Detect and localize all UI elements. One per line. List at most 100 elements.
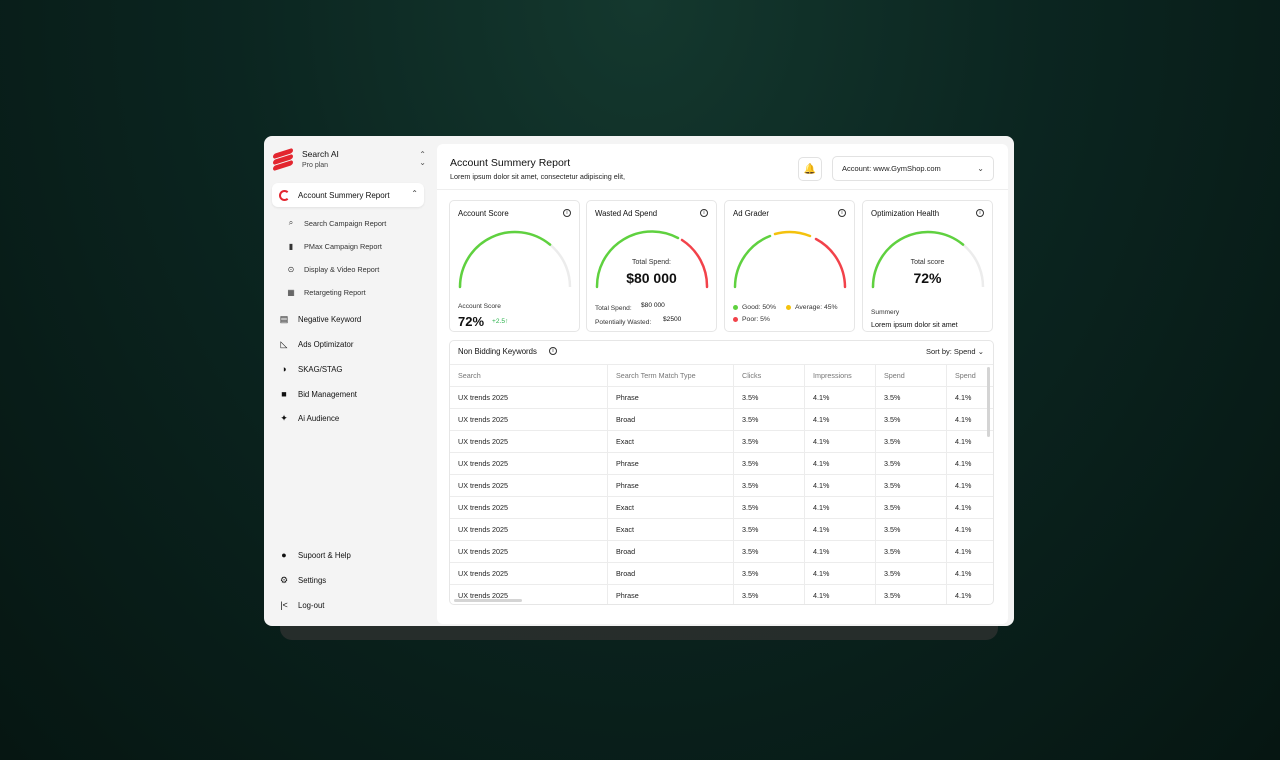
sidebar-item-label: Negative Keyword bbox=[298, 314, 362, 324]
table-cell: 4.1% bbox=[946, 519, 993, 540]
table-cell: 3.5% bbox=[875, 541, 946, 562]
table-cell: 3.5% bbox=[875, 475, 946, 496]
table-cell: Phrase bbox=[607, 453, 733, 474]
gear-icon: ⚙ bbox=[279, 574, 289, 585]
sidebar-item-negative-keyword[interactable]: ▤ Negative Keyword bbox=[278, 312, 362, 326]
table-cell: 3.5% bbox=[733, 585, 804, 604]
account-score-delta: +2.5↑ bbox=[492, 318, 509, 325]
table-row[interactable]: UX trends 2025 Broad 3.5% 4.1% 3.5% 4.1% bbox=[450, 408, 993, 430]
info-icon[interactable]: i bbox=[838, 209, 846, 217]
info-icon[interactable]: i bbox=[976, 209, 984, 217]
sparkle-icon: ✦ bbox=[280, 412, 288, 423]
ad-grader-card: Ad Grader i Good: 50% Average: 45% Poor:… bbox=[724, 200, 855, 332]
table-cell: UX trends 2025 bbox=[458, 569, 508, 578]
account-score-gauge bbox=[458, 230, 572, 289]
play-circle-icon: ⊙ bbox=[287, 264, 295, 274]
workspace-switcher[interactable]: Search AI Pro plan ⌃ ⌄ bbox=[272, 144, 428, 174]
sidebar-item-logout[interactable]: |< Log-out bbox=[278, 598, 324, 612]
sort-dropdown[interactable]: Sort by: Spend ⌄ bbox=[926, 347, 984, 356]
sidebar-item-settings[interactable]: ⚙ Settings bbox=[278, 573, 326, 587]
health-center-value: 72% bbox=[913, 270, 942, 286]
sidebar-item-account-summary[interactable]: Account Summery Report ⌃ bbox=[272, 183, 424, 207]
sidebar-subitem-pmax-campaign[interactable]: ▮ PMax Campaign Report bbox=[286, 239, 382, 253]
sidebar-item-label: Log-out bbox=[298, 600, 325, 610]
potentially-wasted-label: Potentially Wasted: bbox=[595, 319, 652, 326]
sidebar-item-skag-stag[interactable]: ◑ SKAG/STAG bbox=[278, 362, 342, 376]
table-cell: 4.1% bbox=[946, 585, 993, 604]
brand-name: Search AI bbox=[302, 149, 339, 159]
table-cell: 4.1% bbox=[804, 409, 875, 430]
sidebar-item-bid-management[interactable]: ■ Bid Management bbox=[278, 387, 357, 401]
table-cell: UX trends 2025 bbox=[458, 481, 508, 490]
table-row[interactable]: UX trends 2025 Phrase 3.5% 4.1% 3.5% 4.1% bbox=[450, 452, 993, 474]
report-icon: ▦ bbox=[287, 287, 295, 297]
column-header[interactable]: Impressions bbox=[804, 365, 875, 386]
table-cell: 4.1% bbox=[804, 519, 875, 540]
sidebar-item-support[interactable]: ● Supoort & Help bbox=[278, 548, 351, 562]
table-cell: Exact bbox=[607, 431, 733, 452]
sidebar-subitem-retargeting[interactable]: ▦ Retargeting Report bbox=[286, 285, 365, 299]
table-row[interactable]: UX trends 2025 Phrase 3.5% 4.1% 3.5% 4.1% bbox=[450, 474, 993, 496]
table-cell: 3.5% bbox=[875, 431, 946, 452]
table-row[interactable]: UX trends 2025 Phrase 3.5% 4.1% 3.5% 4.1% bbox=[450, 584, 993, 604]
column-header[interactable]: Search Term Match Type bbox=[607, 365, 733, 386]
table-row[interactable]: UX trends 2025 Phrase 3.5% 4.1% 3.5% 4.1% bbox=[450, 386, 993, 408]
wasted-center-label: Total Spend: bbox=[632, 259, 671, 266]
health-summary-label: Summery bbox=[871, 309, 900, 316]
column-header[interactable]: Clicks bbox=[733, 365, 804, 386]
sidebar-item-ads-optimizator[interactable]: ◺ Ads Optimizator bbox=[278, 337, 354, 351]
column-header[interactable]: Search bbox=[450, 365, 607, 386]
account-select-value: Account: www.GymShop.com bbox=[842, 164, 941, 173]
optimizer-icon: ◺ bbox=[280, 338, 288, 349]
account-select[interactable]: Account: www.GymShop.com ⌄ bbox=[832, 156, 994, 181]
sidebar-item-ai-audience[interactable]: ✦ Ai Audience bbox=[278, 411, 339, 425]
card-title: Account Score bbox=[458, 209, 509, 218]
table-cell: UX trends 2025 bbox=[458, 415, 508, 424]
optimization-health-card: Optimization Health i Total score 72% Su… bbox=[862, 200, 993, 332]
info-icon[interactable]: i bbox=[549, 347, 557, 355]
table-row[interactable]: UX trends 2025 Broad 3.5% 4.1% 3.5% 4.1% bbox=[450, 562, 993, 584]
bell-icon: 🔔 bbox=[803, 163, 817, 175]
chevron-updown-icon: ⌃ ⌄ bbox=[419, 150, 426, 167]
table-row[interactable]: UX trends 2025 Exact 3.5% 4.1% 3.5% 4.1% bbox=[450, 430, 993, 452]
vertical-scrollbar[interactable] bbox=[987, 367, 990, 437]
table-cell: 3.5% bbox=[875, 387, 946, 408]
table-cell: 3.5% bbox=[875, 563, 946, 584]
sidebar-item-label: Ads Optimizator bbox=[298, 339, 354, 349]
table-title: Non Bidding Keywords bbox=[458, 347, 537, 356]
page-subtitle: Lorem ipsum dolor sit amet, consectetur … bbox=[450, 172, 625, 181]
info-icon[interactable]: i bbox=[563, 209, 571, 217]
table-cell: 3.5% bbox=[733, 387, 804, 408]
column-header[interactable]: Spend bbox=[875, 365, 946, 386]
search-icon: ⌕ bbox=[288, 218, 294, 227]
sidebar-subitem-label: Display & Video Report bbox=[304, 264, 380, 274]
ad-grader-gauge bbox=[733, 230, 847, 289]
table-cell: UX trends 2025 bbox=[458, 547, 508, 556]
account-score-value: 72% bbox=[458, 314, 485, 329]
logout-icon: |< bbox=[280, 600, 288, 610]
header-divider bbox=[437, 189, 1008, 190]
horizontal-scrollbar[interactable] bbox=[454, 599, 522, 602]
pie-icon: ◑ bbox=[281, 364, 287, 374]
table-cell: 3.5% bbox=[733, 431, 804, 452]
potentially-wasted-value: $2500 bbox=[663, 316, 682, 323]
table-cell: Phrase bbox=[607, 475, 733, 496]
table-cell: Phrase bbox=[607, 585, 733, 604]
bar-chart-icon: ▮ bbox=[288, 241, 294, 251]
brand-plan: Pro plan bbox=[302, 162, 329, 169]
non-bidding-keywords-table: Non Bidding Keywords i Sort by: Spend ⌄ … bbox=[449, 340, 994, 605]
table-cell: Broad bbox=[607, 409, 733, 430]
sidebar-item-label: Ai Audience bbox=[298, 413, 340, 423]
sidebar-subitem-search-campaign[interactable]: ⌕ Search Campaign Report bbox=[286, 216, 387, 230]
table-cell: 4.1% bbox=[804, 585, 875, 604]
sidebar-item-label: Bid Management bbox=[298, 389, 357, 399]
table-row[interactable]: UX trends 2025 Broad 3.5% 4.1% 3.5% 4.1% bbox=[450, 540, 993, 562]
table-cell: UX trends 2025 bbox=[458, 459, 508, 468]
sidebar-subitem-display-video[interactable]: ⊙ Display & Video Report bbox=[286, 262, 380, 276]
info-icon[interactable]: i bbox=[700, 209, 708, 217]
notifications-button[interactable]: 🔔 bbox=[798, 157, 822, 181]
table-row[interactable]: UX trends 2025 Exact 3.5% 4.1% 3.5% 4.1% bbox=[450, 496, 993, 518]
table-cell: UX trends 2025 bbox=[458, 437, 508, 446]
table-row[interactable]: UX trends 2025 Exact 3.5% 4.1% 3.5% 4.1% bbox=[450, 518, 993, 540]
table-cell: UX trends 2025 bbox=[458, 591, 508, 600]
